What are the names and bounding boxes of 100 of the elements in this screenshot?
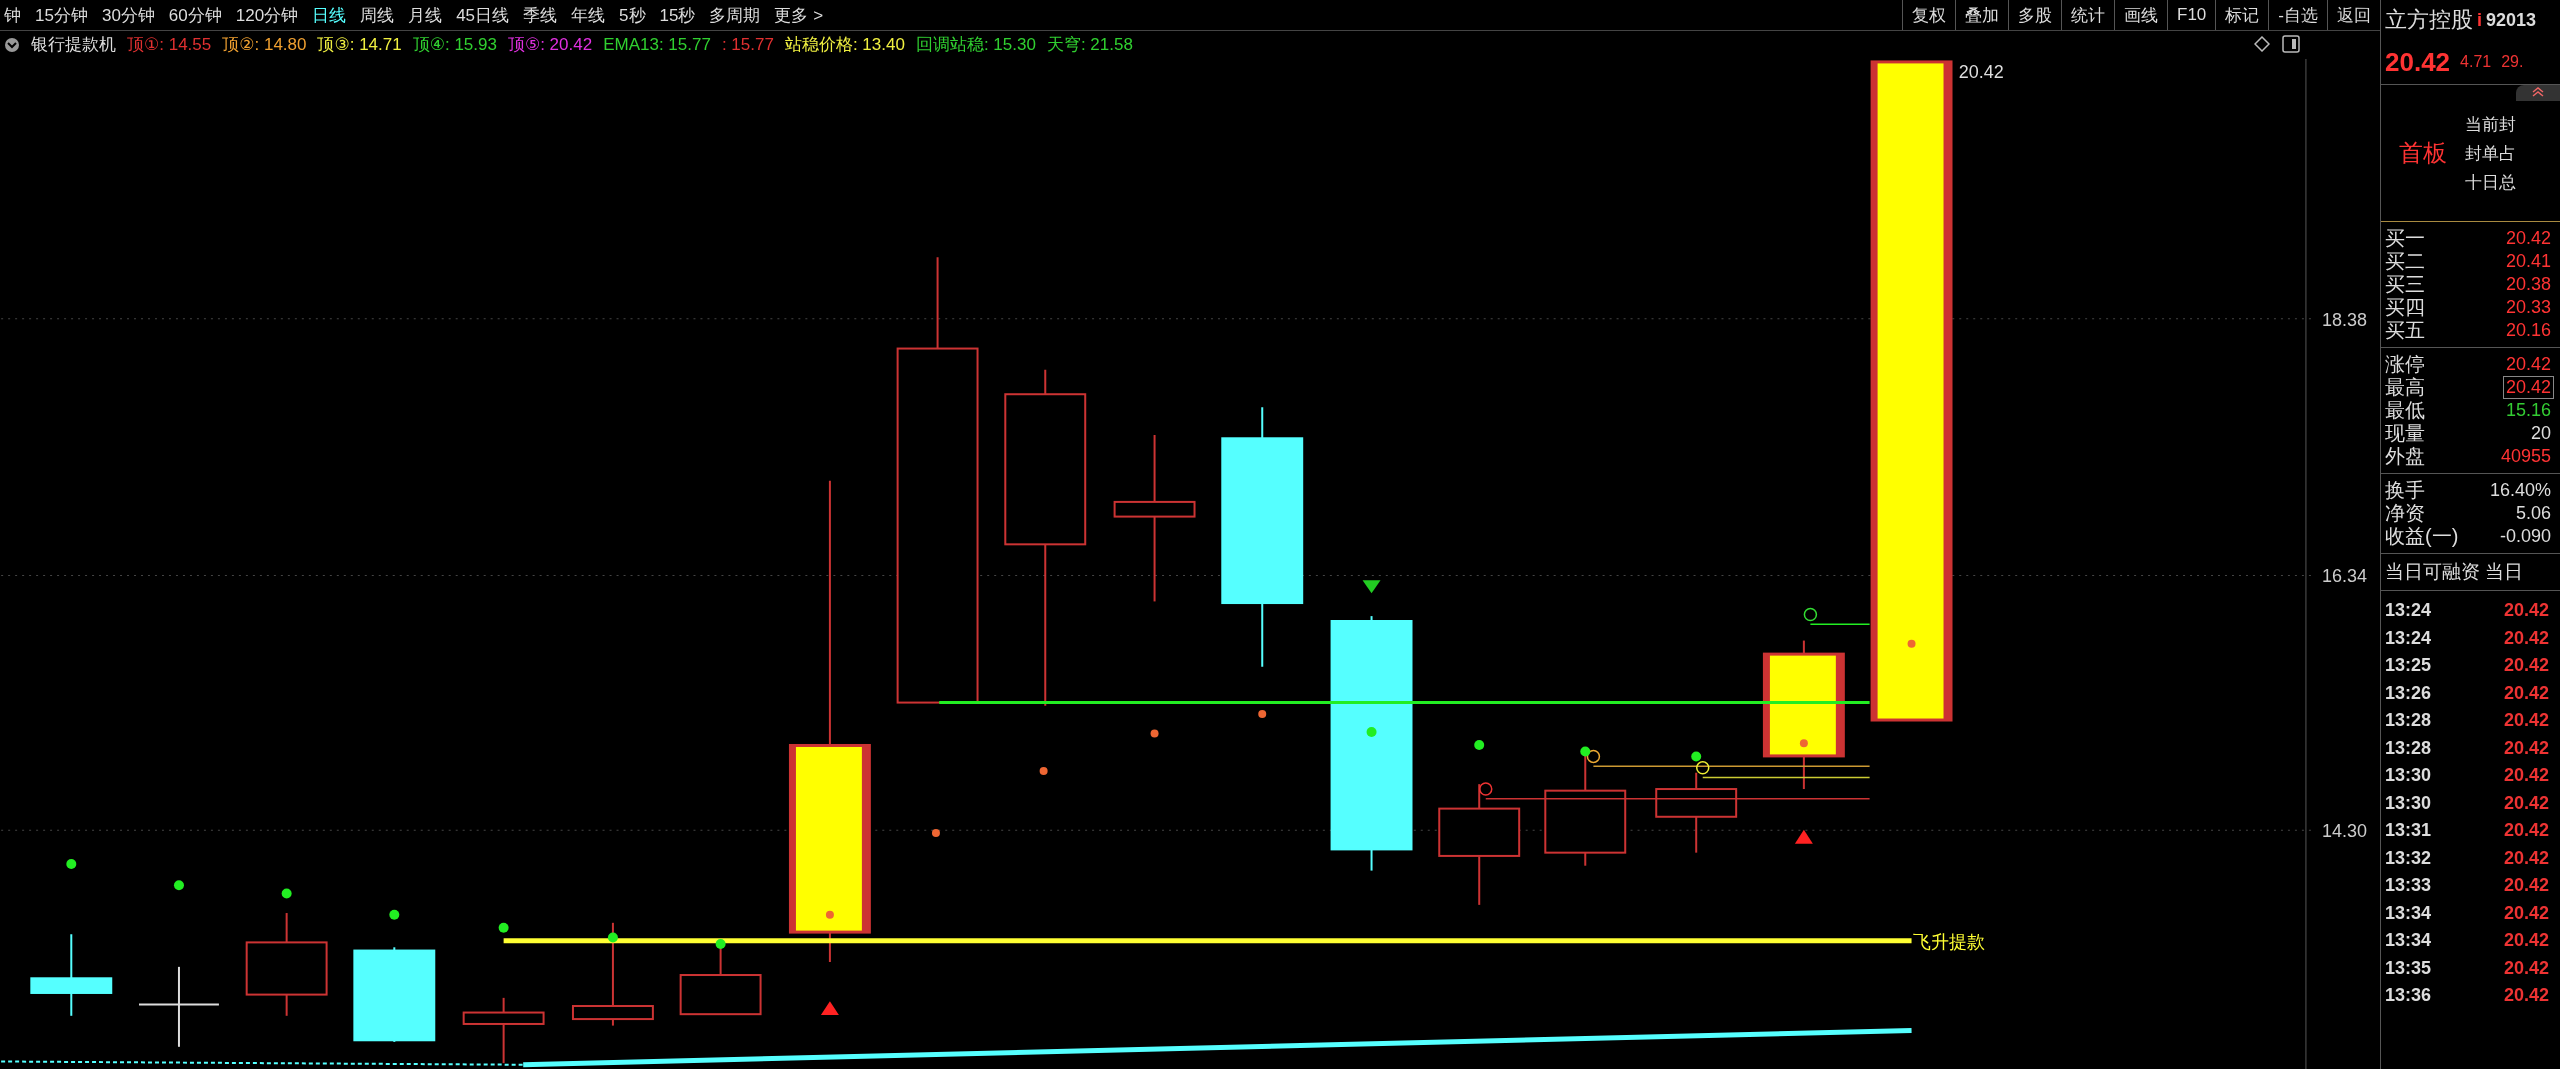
marker-icon [1479, 782, 1493, 796]
tick-time: 13:33 [2385, 875, 2432, 897]
quote-label: 买五 [2385, 318, 2425, 343]
signal-dot [1150, 729, 1159, 738]
indicator-value: EMA13: 15.77 [603, 35, 711, 55]
tick-price: 20.42 [2502, 929, 2550, 953]
indicator-value: 顶⑤: 20.42 [507, 34, 593, 57]
signal-dot [498, 922, 509, 933]
signal-dot [931, 829, 940, 838]
info-link[interactable]: i [2477, 9, 2482, 31]
period-tab[interactable]: 45日线 [456, 3, 510, 27]
tick-time: 13:34 [2385, 930, 2432, 952]
indicator-value: 顶①: 14.55 [127, 34, 212, 57]
tick-time: 13:28 [2385, 710, 2432, 732]
marker-icon [1803, 607, 1818, 622]
period-tab[interactable]: 周线 [360, 3, 395, 27]
period-tab[interactable]: 更多 > [774, 3, 824, 27]
collapse-button[interactable] [2516, 85, 2560, 101]
tick-price: 20.42 [2502, 736, 2550, 760]
quote-label: 买三 [2385, 272, 2425, 297]
quote-label: 外盘 [2385, 444, 2425, 469]
quote-value: 20.42 [2504, 227, 2552, 250]
period-tab[interactable]: 季线 [523, 3, 558, 27]
signal-dot [1580, 746, 1591, 757]
quote-label: 最高 [2385, 375, 2425, 400]
high-price-label: 20.42 [1958, 61, 2004, 82]
tick-price: 20.42 [2502, 956, 2550, 980]
stock-code: 92013 [2486, 9, 2537, 31]
quote-value: 5.06 [2514, 502, 2552, 525]
tick-time: 13:31 [2385, 820, 2432, 842]
quote-value: 20.42 [2502, 376, 2554, 399]
indicator-name: 银行提款机 [31, 34, 116, 57]
quote-label: 收益(一) [2385, 524, 2459, 549]
tick-time: 13:24 [2385, 627, 2432, 649]
period-tab[interactable]: 30分钟 [101, 3, 155, 27]
tick-time: 13:30 [2385, 792, 2432, 814]
column-header: 当日可融资 当日 [2381, 554, 2560, 591]
signal-dot [66, 859, 77, 870]
tick-price: 20.42 [2502, 626, 2550, 650]
tick-price: 20.42 [2502, 764, 2550, 788]
tick-price: 20.42 [2502, 984, 2550, 1008]
period-tab[interactable]: 60分钟 [168, 3, 222, 27]
signal-dot [389, 909, 400, 920]
panel-toggle-icon[interactable] [2282, 35, 2300, 53]
quote-value: 40955 [2499, 445, 2552, 468]
quote-value: 20.38 [2504, 273, 2552, 296]
tick-price: 20.42 [2502, 599, 2550, 623]
quote-label: 现量 [2385, 421, 2425, 446]
indicator-value: 顶④: 15.93 [412, 34, 497, 57]
signal-dot [1039, 767, 1048, 776]
quote-value: 15.16 [2504, 399, 2552, 422]
signal-dot [173, 880, 184, 891]
tick-price: 20.42 [2502, 654, 2550, 678]
period-tab[interactable]: 15秒 [659, 3, 696, 27]
quote-label: 买二 [2385, 249, 2425, 274]
down-triangle-icon [1362, 580, 1381, 594]
period-tab[interactable]: 15分钟 [35, 3, 88, 27]
price-change: 4.71 [2460, 53, 2492, 71]
tick-time: 13:26 [2385, 682, 2432, 704]
tick-time: 13:36 [2385, 985, 2432, 1007]
period-tab[interactable]: 年线 [571, 3, 606, 27]
tick-time: 13:34 [2385, 902, 2432, 924]
board-note: 当前封 [2465, 113, 2516, 136]
indicator-value: 回调站稳: 15.30 [915, 34, 1036, 57]
period-tab[interactable]: 5秒 [619, 3, 646, 27]
signal-dot [1258, 709, 1267, 718]
quote-value: 20.33 [2504, 296, 2552, 319]
price-axis-label: 16.34 [2321, 566, 2367, 587]
signal-dot [607, 932, 618, 943]
quote-value: 20.41 [2504, 250, 2552, 273]
period-tab[interactable]: 日线 [312, 3, 347, 27]
signal-dot [1907, 639, 1916, 648]
tick-price: 20.42 [2502, 681, 2550, 705]
quote-value: -0.090 [2498, 525, 2552, 548]
period-tab[interactable]: 120分钟 [235, 3, 299, 27]
indicator-value: 顶③: 14.71 [317, 34, 402, 57]
signal-dot [1366, 726, 1377, 737]
period-tab[interactable]: 多周期 [709, 3, 761, 27]
stock-name: 立方控股 [2385, 6, 2473, 34]
tick-time: 13:32 [2385, 847, 2432, 869]
tick-time: 13:28 [2385, 737, 2432, 759]
up-triangle-icon [1794, 829, 1813, 844]
diamond-icon[interactable] [2254, 36, 2270, 52]
price-axis-label: 18.38 [2321, 309, 2367, 330]
price-axis-label: 14.30 [2321, 821, 2367, 842]
signal-dot [715, 939, 726, 949]
dropdown-icon[interactable] [4, 37, 20, 53]
period-tab[interactable]: 钟 [4, 3, 21, 27]
tick-price: 20.42 [2502, 819, 2550, 843]
period-tab[interactable]: 月线 [408, 3, 443, 27]
signal-dot [1691, 751, 1702, 762]
indicator-value: 天穹: 21.58 [1046, 34, 1133, 57]
quote-value: 16.40% [2488, 479, 2552, 502]
last-price: 20.42 [2385, 46, 2451, 78]
quote-value: 20.16 [2504, 319, 2552, 342]
quote-label: 涨停 [2385, 352, 2425, 377]
quote-value: 20 [2529, 422, 2552, 445]
tick-time: 13:30 [2385, 765, 2432, 787]
tick-price: 20.42 [2502, 846, 2550, 870]
quote-label: 净资 [2385, 501, 2425, 526]
